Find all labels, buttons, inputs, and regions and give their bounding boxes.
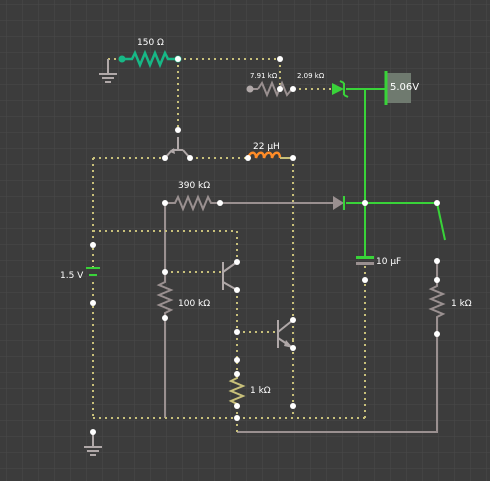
resistor-1k-right-label: 1 kΩ: [451, 299, 472, 309]
resistor-150-label: 150 Ω: [137, 38, 164, 48]
resistor-1k-emitter-label: 1 kΩ: [250, 386, 271, 396]
circuit-svg: [0, 0, 490, 481]
inductor-label: 22 μH: [253, 142, 280, 152]
node[interactable]: [246, 85, 254, 93]
battery-label: 1.5 V: [60, 271, 84, 281]
capacitor-label: 10 μF: [376, 257, 402, 267]
resistor-390k-label: 390 kΩ: [178, 181, 211, 191]
pot-lower-label: 2.09 kΩ: [297, 72, 325, 80]
voltmeter-reading: 5.06V: [390, 82, 420, 93]
circuit-canvas[interactable]: 150 Ω 7.91 kΩ 2.09 kΩ 5.06V 22 μH 390 kΩ…: [0, 0, 490, 481]
probe-node[interactable]: [118, 55, 126, 63]
grid: [0, 0, 490, 481]
pot-upper-label: 7.91 kΩ: [250, 72, 278, 80]
resistor-100k-label: 100 kΩ: [178, 299, 211, 309]
